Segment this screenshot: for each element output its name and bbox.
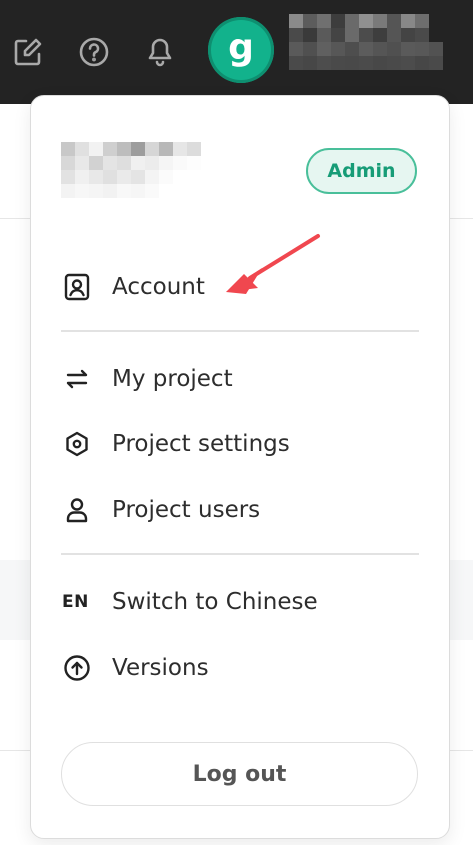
language-icon: EN xyxy=(62,592,89,612)
hexagon-icon xyxy=(62,426,98,462)
menu-item-project-settings[interactable]: Project settings xyxy=(60,419,418,469)
menu-item-label: Account xyxy=(112,274,205,300)
redacted-username xyxy=(289,14,443,70)
menu-divider xyxy=(61,330,419,332)
edit-icon[interactable] xyxy=(12,36,44,68)
upgrade-icon xyxy=(62,650,98,686)
menu-item-label: My project xyxy=(112,366,233,392)
account-icon xyxy=(62,269,98,305)
menu-item-label: Project users xyxy=(112,497,261,523)
logout-button[interactable]: Log out xyxy=(61,742,418,806)
redacted-user-info xyxy=(61,142,201,198)
role-badge: Admin xyxy=(306,148,417,194)
menu-divider xyxy=(61,553,419,555)
menu-item-versions[interactable]: Versions xyxy=(60,643,418,693)
user-icon xyxy=(62,492,98,528)
user-avatar[interactable]: g xyxy=(208,17,274,83)
menu-item-switch-language[interactable]: EN Switch to Chinese xyxy=(60,577,418,627)
swap-icon xyxy=(62,361,98,397)
help-icon[interactable] xyxy=(78,36,110,68)
menu-item-project-users[interactable]: Project users xyxy=(60,485,418,535)
menu-item-label: Versions xyxy=(112,655,209,681)
bell-icon[interactable] xyxy=(144,36,176,68)
menu-item-label: Switch to Chinese xyxy=(112,589,318,615)
menu-item-label: Project settings xyxy=(112,431,290,457)
top-navigation-bar: g xyxy=(0,0,473,104)
annotation-arrow-icon xyxy=(226,234,320,294)
menu-item-my-project[interactable]: My project xyxy=(60,354,418,404)
